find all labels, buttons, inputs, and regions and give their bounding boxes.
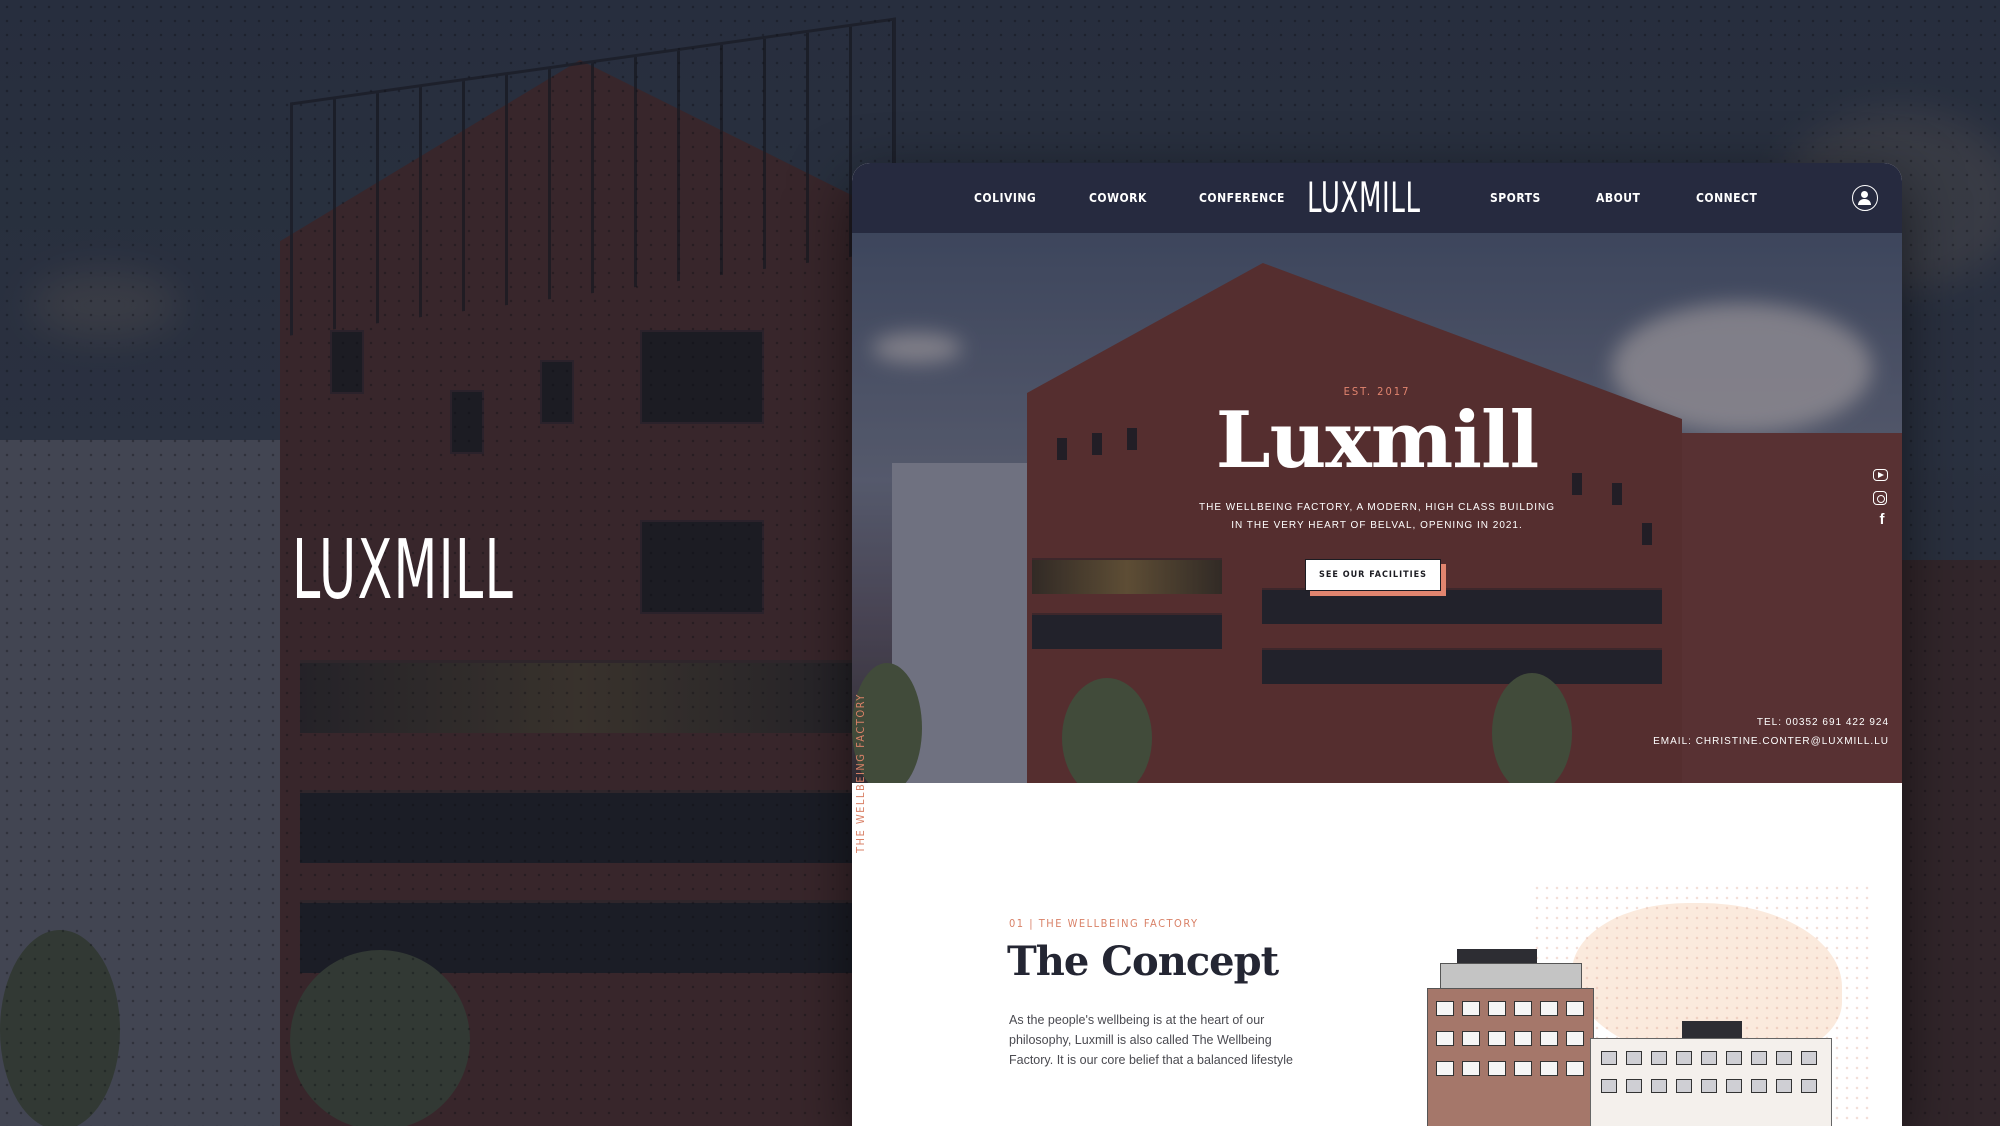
concept-body: As the people's wellbeing is at the hear… (1009, 1013, 1293, 1067)
see-facilities-button-wrap: SEE OUR FACILITIES (1305, 559, 1446, 596)
side-label: THE WELLBEING FACTORY (854, 693, 867, 853)
contact-email[interactable]: EMAIL: CHRISTINE.CONTER@LUXMILL.LU (1653, 736, 1889, 747)
hero-section: EST. 2017 Luxmill THE WELLBEING FACTORY,… (852, 233, 1902, 783)
hero-subtitle-line2: IN THE VERY HEART OF BELVAL, OPENING IN … (1231, 520, 1523, 531)
nav-coliving[interactable]: COLIVING (974, 163, 1036, 233)
illustration-roof (1457, 949, 1537, 963)
facebook-icon[interactable]: f (1873, 512, 1891, 528)
building-illustration (1412, 883, 1872, 1126)
nav-conference[interactable]: CONFERENCE (1199, 163, 1285, 233)
concept-title: The Concept (1007, 938, 1279, 985)
hero-title: Luxmill (1215, 395, 1539, 486)
background-logo: LUXMILL (292, 523, 515, 618)
nav-logo[interactable]: LUXMILL (1307, 173, 1421, 222)
see-facilities-button[interactable]: SEE OUR FACILITIES (1305, 559, 1441, 591)
contact-phone[interactable]: TEL: 00352 691 422 924 (1757, 717, 1889, 728)
youtube-icon[interactable] (1873, 469, 1888, 481)
nav-cowork[interactable]: COWORK (1089, 163, 1147, 233)
nav-about[interactable]: ABOUT (1596, 163, 1640, 233)
nav-connect[interactable]: CONNECT (1696, 163, 1757, 233)
concept-section-tag: 01 | THE WELLBEING FACTORY (1009, 917, 1199, 930)
website-window: COLIVING COWORK CONFERENCE LUXMILL SPORT… (852, 163, 1902, 1126)
illustration-roof (1682, 1021, 1742, 1038)
hero-subtitle: THE WELLBEING FACTORY, A MODERN, HIGH CL… (1177, 499, 1577, 535)
illustration-side-building (1590, 1038, 1832, 1126)
top-navigation: COLIVING COWORK CONFERENCE LUXMILL SPORT… (852, 163, 1902, 233)
instagram-icon[interactable] (1873, 491, 1887, 505)
illustration-main-building (1427, 988, 1594, 1126)
nav-sports[interactable]: SPORTS (1490, 163, 1541, 233)
hero-subtitle-line1: THE WELLBEING FACTORY, A MODERN, HIGH CL… (1199, 502, 1555, 513)
concept-section: 01 | THE WELLBEING FACTORY The Concept A… (852, 783, 1902, 1126)
user-icon[interactable] (1852, 185, 1878, 211)
